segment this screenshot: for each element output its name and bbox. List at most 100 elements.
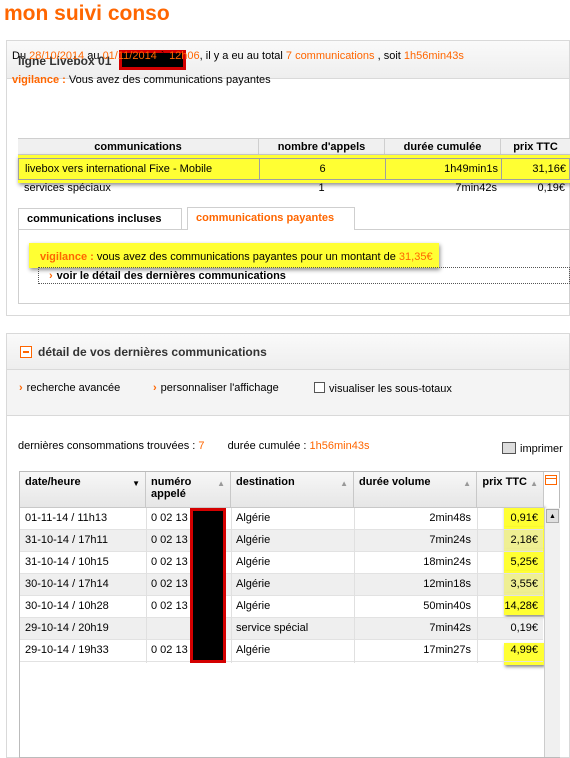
row-name: livebox vers international Fixe - Mobile — [25, 163, 213, 175]
cell-price: 4,99€ — [510, 644, 538, 656]
summary-prefix: Du — [12, 50, 27, 62]
vertical-scrollbar[interactable]: ▲ — [544, 508, 560, 757]
sort-icon[interactable]: ▲ — [340, 479, 348, 488]
summary-duration: 1h56min43s — [403, 50, 464, 62]
row-duration: 1h49min1s — [444, 163, 498, 175]
vigilance-label: vigilance : — [40, 251, 94, 263]
printer-icon — [502, 442, 516, 454]
detail-options-bar: › recherche avancée › personnaliser l'affi… — [7, 370, 569, 416]
row-duration: 7min42s — [455, 182, 497, 194]
cell-destination: Algérie — [236, 534, 271, 546]
table-row[interactable]: 30-10-14 / 10h28 0 02 13 4 Algérie 50min40s… — [20, 596, 543, 618]
col-date-label: date/heure — [25, 476, 81, 488]
cell-price: 3,55€ — [510, 578, 538, 590]
table-row[interactable]: 30-10-14 / 17h14 0 02 13 4 Algérie 12min18s… — [20, 574, 543, 596]
sort-icon[interactable]: ▲ — [463, 479, 471, 488]
cell-volume: 7min42s — [429, 622, 471, 634]
col-price: prix TTC — [513, 141, 558, 153]
col-destination[interactable]: destination ▲ — [231, 472, 354, 508]
vigilance-amount: 31,35€ — [398, 251, 433, 263]
vigilance-text: Vous avez des communications payantes — [65, 74, 271, 86]
cell-destination: Algérie — [236, 578, 271, 590]
row-price: 31,16€ — [532, 163, 566, 175]
cell-volume: 7min24s — [429, 534, 471, 546]
chevron-right-icon: › — [49, 270, 53, 282]
table-row[interactable]: 29-10-14 / 19h33 0 02 13 4 Algérie 17min27s… — [20, 640, 543, 662]
vigilance-notice: vigilance : Vous avez des communications… — [12, 74, 271, 86]
col-volume[interactable]: durée volume ▲ — [354, 472, 477, 508]
vigilance-amount-notice: vigilance : vous avez des communications… — [40, 251, 433, 263]
cell-date: 31-10-14 / 10h15 — [25, 556, 109, 568]
col-calls: nombre d'appels — [277, 141, 366, 153]
cell-price: 2,18€ — [510, 534, 538, 546]
cell-date: 29-10-14 / 19h33 — [25, 644, 109, 656]
checkbox-icon[interactable] — [314, 382, 325, 393]
cell-destination: service spécial — [236, 622, 309, 634]
detail-header: détail de vos dernières communications — [7, 334, 569, 370]
page-title: mon suivi conso — [4, 2, 170, 25]
detail-title: détail de vos dernières communications — [38, 345, 267, 359]
vigilance-text: vous avez des communications payantes po… — [93, 251, 399, 263]
cell-date: 30-10-14 / 17h14 — [25, 578, 109, 590]
table-row[interactable]: livebox vers international Fixe - Mobile… — [18, 158, 570, 180]
customize-display-link[interactable]: › personnaliser l'affichage — [153, 382, 279, 394]
collapse-icon[interactable] — [20, 346, 32, 358]
table-row[interactable]: 31-10-14 / 10h15 0 02 13 4 Algérie 18min24s… — [20, 552, 543, 574]
tab-communications-incluses[interactable]: communications incluses — [18, 208, 182, 230]
sort-down-icon[interactable]: ▼ — [132, 479, 140, 488]
table-row[interactable]: 01-11-14 / 11h13 0 02 13 4 Algérie 2min48s 0… — [20, 508, 543, 530]
col-price-label: prix TTC — [482, 476, 527, 488]
row-calls: 6 — [319, 163, 326, 175]
table-row[interactable]: 31-10-14 / 17h11 0 02 13 4 Algérie 7min24s 2… — [20, 530, 543, 552]
col-date[interactable]: date/heure ▼ — [20, 472, 146, 508]
advanced-search-link[interactable]: › recherche avancée — [19, 382, 120, 394]
print-label: imprimer — [520, 443, 563, 455]
conso-table-header: communications nombre d'appels durée cum… — [18, 138, 570, 155]
summary-from-date: 28/10/2014 — [29, 50, 85, 62]
cell-destination: Algérie — [236, 600, 271, 612]
row-name: services spéciaux — [24, 182, 111, 194]
chevron-right-icon: › — [19, 382, 23, 394]
tab-communications-payantes[interactable]: communications payantes — [187, 207, 355, 230]
found-summary: dernières consommations trouvées : 7 dur… — [18, 440, 369, 452]
cell-date: 30-10-14 / 10h28 — [25, 600, 109, 612]
summary-at-word: à — [159, 50, 166, 62]
summary-to-word: au — [87, 50, 100, 62]
cell-price: 14,28€ — [504, 600, 538, 612]
sort-icon[interactable]: ▲ — [217, 479, 225, 488]
col-number-label: numéro appelé — [151, 476, 192, 500]
summary-count: 7 communications — [285, 50, 375, 62]
cell-volume: 12min18s — [423, 578, 471, 590]
cum-label: durée cumulée : — [227, 440, 307, 452]
col-duration: durée cumulée — [403, 141, 482, 153]
col-price[interactable]: prix TTC ▲ — [477, 472, 544, 508]
cell-date: 29-10-14 / 20h19 — [25, 622, 109, 634]
cell-price: 0,91€ — [510, 512, 538, 524]
found-count: 7 — [198, 440, 205, 452]
sort-icon[interactable]: ▲ — [530, 479, 538, 488]
detail-link[interactable]: › voir le détail des dernières communicat… — [38, 267, 570, 284]
cell-volume: 17min27s — [423, 644, 471, 656]
column-options-icon[interactable] — [545, 475, 557, 485]
chevron-right-icon: › — [153, 382, 157, 394]
cell-price: 5,25€ — [510, 556, 538, 568]
row-price: 0,19€ — [537, 182, 565, 194]
row-calls: 1 — [318, 182, 325, 194]
col-number[interactable]: numéro appelé ▲ — [146, 472, 231, 508]
cell-volume: 18min24s — [423, 556, 471, 568]
vigilance-label: vigilance : — [12, 74, 66, 86]
table-row[interactable]: 29-10-14 / 20h19 service spécial 7min42s 0,… — [20, 618, 543, 640]
detail-link-label: voir le détail des dernières communicati… — [56, 270, 286, 282]
communications-grid: date/heure ▼ numéro appelé ▲ destination… — [19, 471, 560, 758]
scroll-up-icon[interactable]: ▲ — [546, 509, 559, 523]
redacted-phone-numbers — [190, 508, 226, 663]
cell-date: 01-11-14 / 11h13 — [25, 512, 108, 524]
col-destination-label: destination — [236, 476, 295, 488]
cell-destination: Algérie — [236, 556, 271, 568]
table-row[interactable]: services spéciaux 1 7min42s 0,19€ — [18, 181, 570, 197]
print-button[interactable]: imprimer — [502, 442, 563, 455]
subtotals-checkbox[interactable]: visualiser les sous-totaux — [314, 382, 452, 395]
found-label: dernières consommations trouvées : — [18, 440, 196, 452]
cum-value: 1h56min43s — [309, 440, 370, 452]
cell-date: 31-10-14 / 17h11 — [25, 534, 108, 546]
